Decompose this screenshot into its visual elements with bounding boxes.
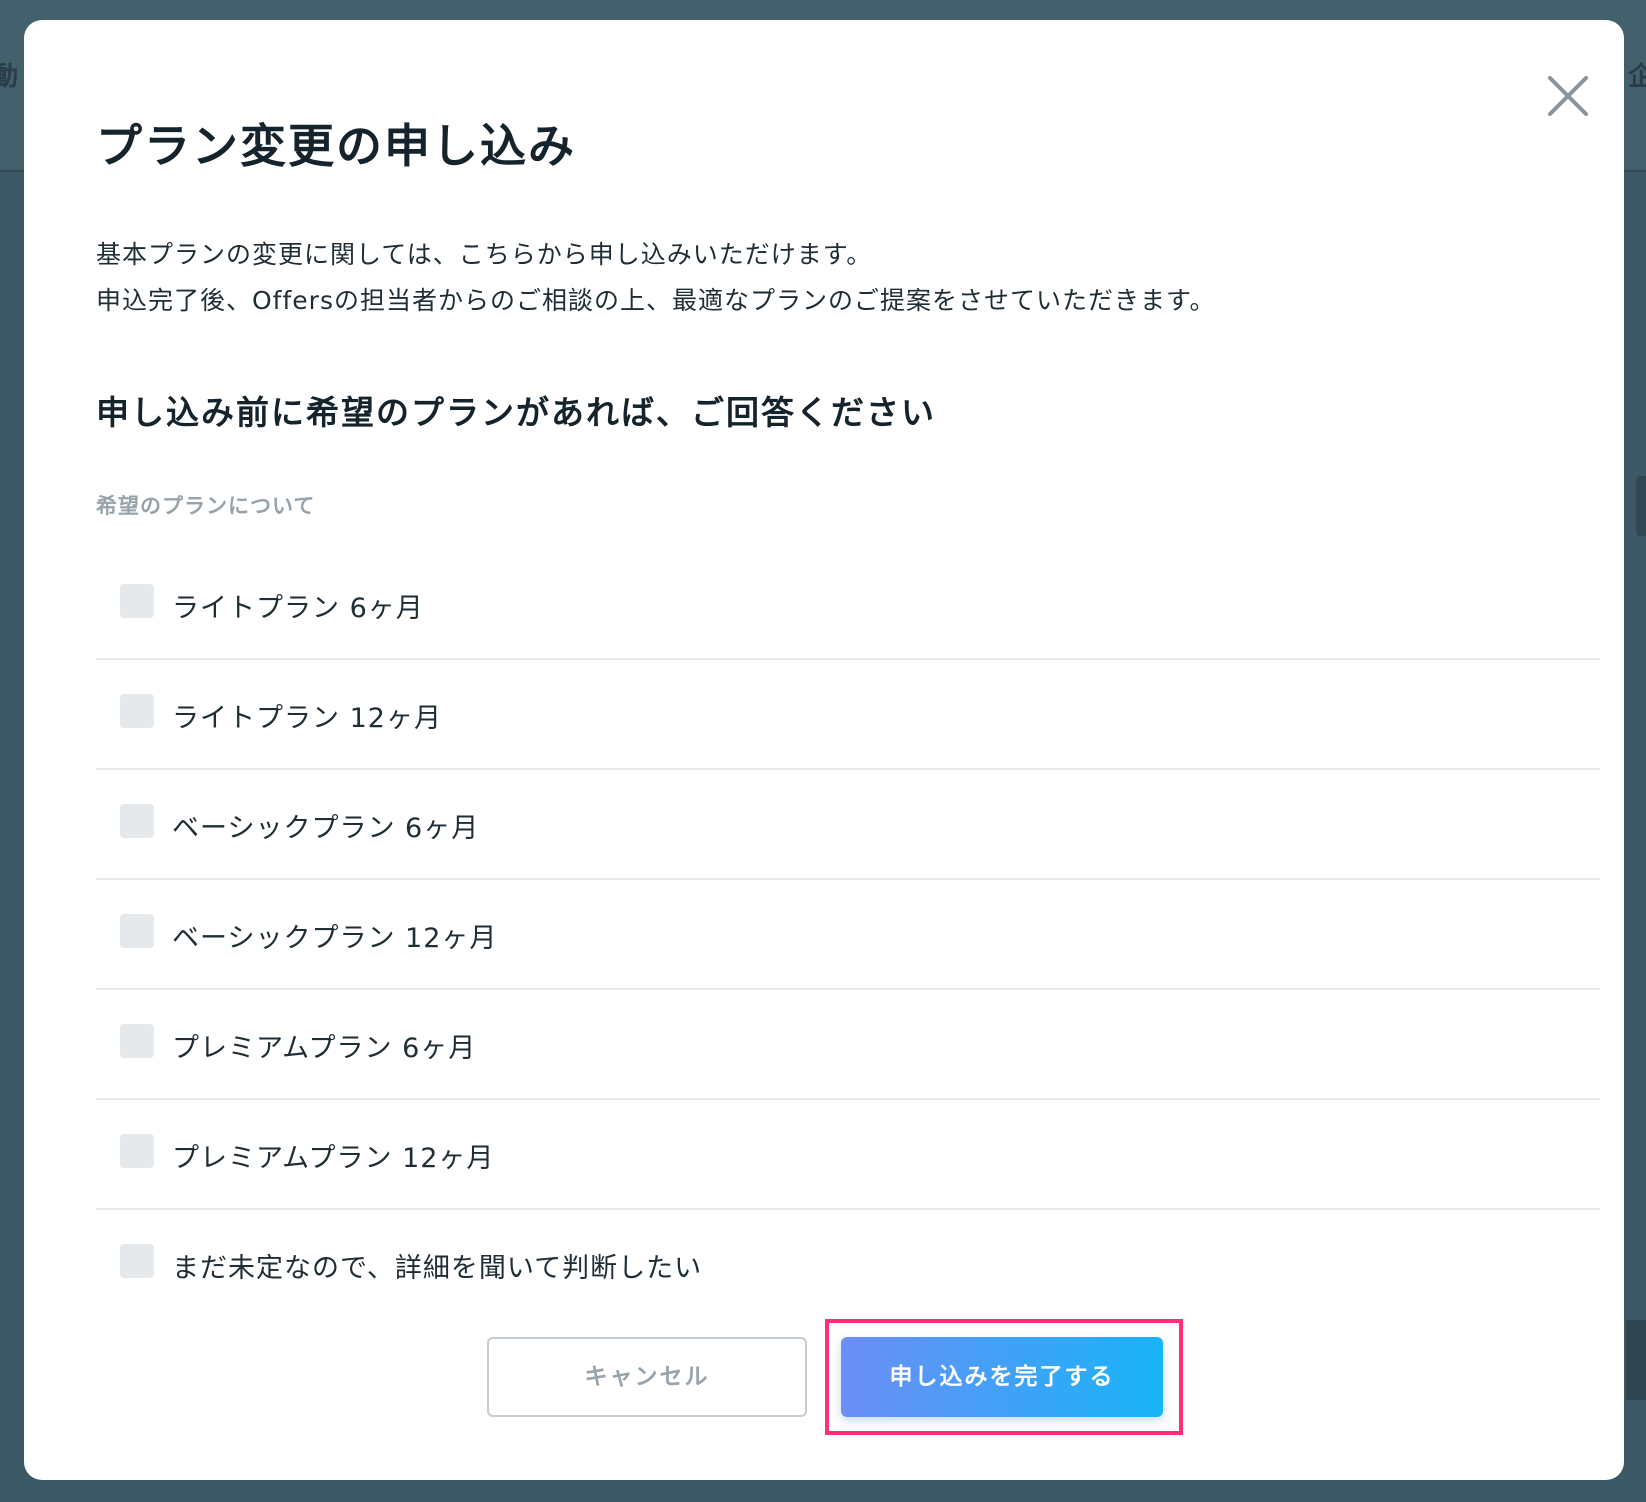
plan-option-premium-12[interactable]: プレミアムプラン 12ヶ月 [96, 1100, 1600, 1210]
background-panel-edge [1636, 476, 1646, 536]
section-title: 申し込み前に希望のプランがあれば、ご回答ください [96, 393, 936, 432]
description-line-1: 基本プランの変更に関しては、こちらから申し込みいただけます。 [96, 240, 873, 269]
option-label: ベーシックプラン 12ヶ月 [172, 923, 498, 954]
checkbox[interactable] [120, 1244, 154, 1278]
description-line-2: 申込完了後、Offersの担当者からのご相談の上、最適なプランのご提案をさせてい… [96, 286, 1216, 315]
plan-option-basic-6[interactable]: ベーシックプラン 6ヶ月 [96, 770, 1600, 880]
option-label: ライトプラン 12ヶ月 [172, 703, 442, 734]
background-nav-text-right: 企 [1628, 62, 1646, 92]
background-footer-block [1626, 1320, 1646, 1400]
checkbox[interactable] [120, 584, 154, 618]
plan-option-basic-12[interactable]: ベーシックプラン 12ヶ月 [96, 880, 1600, 990]
checkbox[interactable] [120, 914, 154, 948]
modal-description: 基本プランの変更に関しては、こちらから申し込みいただけます。 申込完了後、Off… [96, 232, 1215, 324]
plan-options-list: ライトプラン 6ヶ月 ライトプラン 12ヶ月 ベーシックプラン 6ヶ月 ベーシッ… [96, 550, 1600, 1320]
field-label: 希望のプランについて [96, 494, 316, 518]
option-label: ライトプラン 6ヶ月 [172, 593, 424, 624]
plan-option-light-6[interactable]: ライトプラン 6ヶ月 [96, 550, 1600, 660]
cancel-button[interactable]: キャンセル [487, 1337, 807, 1417]
modal-title: プラン変更の申し込み [96, 119, 576, 173]
checkbox[interactable] [120, 804, 154, 838]
checkbox[interactable] [120, 694, 154, 728]
plan-change-modal: プラン変更の申し込み 基本プランの変更に関しては、こちらから申し込みいただけます… [24, 20, 1624, 1480]
checkbox[interactable] [120, 1134, 154, 1168]
submit-highlight-frame [825, 1319, 1183, 1435]
plan-option-premium-6[interactable]: プレミアムプラン 6ヶ月 [96, 990, 1600, 1100]
background-nav-text-left: 動 [0, 62, 19, 92]
option-label: まだ未定なので、詳細を聞いて判断したい [172, 1253, 703, 1284]
option-label: ベーシックプラン 6ヶ月 [172, 813, 480, 844]
close-button[interactable] [1540, 68, 1596, 124]
plan-option-light-12[interactable]: ライトプラン 12ヶ月 [96, 660, 1600, 770]
close-icon [1548, 76, 1588, 116]
plan-option-undecided[interactable]: まだ未定なので、詳細を聞いて判断したい [96, 1210, 1600, 1320]
option-label: プレミアムプラン 12ヶ月 [172, 1143, 495, 1174]
checkbox[interactable] [120, 1024, 154, 1058]
option-label: プレミアムプラン 6ヶ月 [172, 1033, 477, 1064]
